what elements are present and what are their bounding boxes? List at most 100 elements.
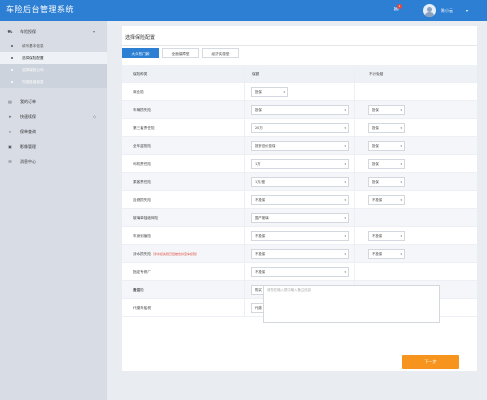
select-value: 按折旧价投保 [255,144,276,148]
insurance-name: 全车盗抢险 [133,144,151,148]
select-value: 不投保 [255,270,266,274]
insurance-name: 自燃损失险 [133,198,151,202]
select-value: 不投保 [372,252,383,256]
deductible-select[interactable]: 投保 ▾ [368,177,405,187]
amount-select[interactable]: 1万 ▾ [251,159,349,169]
tab-popular[interactable]: 大众热门款 [122,48,159,58]
table-row: 指定专修厂 不投保 ▾ [122,263,477,281]
amount-select[interactable]: 1万/座 ▾ [251,177,349,187]
chevron-down-icon: ▾ [283,90,285,94]
amount-select[interactable]: 投保 ▾ [251,87,288,97]
deductible-select[interactable]: 投保 ▾ [368,123,405,133]
bullet-icon [11,69,13,71]
bullet-icon [11,57,13,59]
select-value: 投保 [255,108,262,112]
sidebar-item-messages[interactable]: ✉ 消息中心 [0,153,107,170]
sidebar: ⛟ 车险投保 ▾ 填写基本信息 选择保险配置 选择保险公司 完成投保信息 ▤ 我… [0,21,107,400]
sidebar-subitem-insurance-config[interactable]: 选择保险配置 [0,52,107,64]
select-value: 国产玻璃 [255,216,269,220]
username[interactable]: 陈小云 [441,8,453,13]
insurance-name: 第三者责任险 [133,126,155,130]
chevron-down-icon: ▾ [400,198,402,202]
insurance-name: 车身划痕险 [133,234,151,238]
table-row: 车辆损失险 投保 ▾ 投保 ▾ [122,101,477,119]
table-row: 乘客责任险 1万/座 ▾ 投保 ▾ [122,173,477,191]
divider [122,45,477,46]
message-icon: ✉ [8,159,12,164]
table-row: 涉水损失险（涉水损失险已经被合并至车损险） 不投保 ▾ 不投保 ▾ [122,245,477,263]
tab-comprehensive[interactable]: 全面保障型 [162,48,199,58]
sidebar-subitem-label: 完成投保信息 [22,80,44,84]
car-icon: ⛟ [7,29,13,34]
amount-select[interactable]: 不投保 ▾ [251,249,349,259]
column-header: 保险种类 [133,72,148,76]
select-value: 不投保 [372,234,383,238]
column-divider [354,65,355,317]
deductible-select[interactable]: 投保 ▾ [368,105,405,115]
sidebar-item-label: 消息中心 [20,159,36,164]
sidebar-subitem-basic-info[interactable]: 填写基本信息 [0,40,107,52]
deductible-select[interactable]: 投保 ▾ [368,159,405,169]
select-value: 投保 [372,180,379,184]
note-row: 备注 请您在输入框中输入备注信息 [122,284,477,334]
sidebar-subitem-label: 选择保险公司 [22,68,44,72]
table-header: 保险种类 保额 不计免赔 [122,65,477,83]
sidebar-subitem-label: 填写基本信息 [22,44,44,48]
table-row: 玻璃单独破碎险 国产玻璃 ▾ [122,209,477,227]
app-title: 车险后台管理系统 [6,5,74,14]
sidebar-item-insure[interactable]: ⛟ 车险投保 ▾ [0,23,107,40]
select-value: 投保 [372,144,379,148]
insurance-hint: （涉水损失险已经被合并至车损险） [150,252,199,256]
bullet-icon [11,81,13,83]
notification-badge: 1 [397,4,402,9]
chevron-down-icon: ▾ [344,126,346,130]
amount-select[interactable]: 20万 ▾ [251,123,349,133]
sidebar-item-label: 车险投保 [20,29,36,34]
chevron-down-icon: ▾ [344,270,346,274]
amount-select[interactable]: 按折旧价投保 ▾ [251,141,349,151]
deductible-select[interactable]: 不投保 ▾ [368,249,405,259]
chevron-down-icon: ▾ [400,234,402,238]
chevron-down-icon: ▾ [344,198,346,202]
select-value: 不投保 [255,252,266,256]
chevron-down-icon: ▾ [344,216,346,220]
note-textarea[interactable]: 请您在输入框中输入备注信息 [263,285,440,323]
main-content: 选择保险配置 大众热门款 全面保障型 经济实惠型 保险种类 保额 不计免赔 商业… [112,21,477,400]
next-step-button[interactable]: 下一步 [402,355,459,369]
amount-select[interactable]: 不投保 ▾ [251,195,349,205]
note-label: 备注 [133,288,141,292]
chevron-down-icon: ▾ [344,234,346,238]
insurance-name: 司机责任险 [133,162,151,166]
avatar[interactable] [423,4,436,17]
amount-select[interactable]: 不投保 ▾ [251,267,349,277]
amount-select[interactable]: 投保 ▾ [251,105,349,115]
tab-economy[interactable]: 经济实惠型 [202,48,239,58]
chevron-down-icon: ▾ [93,29,96,34]
table-row: 车身划痕险 不投保 ▾ 不投保 ▾ [122,227,477,245]
table-row: 商业险 投保 ▾ [122,83,477,101]
amount-select[interactable]: 国产玻璃 ▾ [251,213,349,223]
insurance-name-text: 涉水损失险 [133,252,151,256]
amount-select[interactable]: 不投保 ▾ [251,231,349,241]
chevron-down-icon: ▾ [400,126,402,130]
bullet-icon [11,45,13,47]
chevron-down-icon: ▾ [400,108,402,112]
chevron-down-icon[interactable]: ▾ [466,8,468,13]
deductible-select[interactable]: 不投保 ▾ [368,195,405,205]
sidebar-subitem-complete[interactable]: 完成投保信息 [0,76,107,88]
deductible-select[interactable]: 不投保 ▾ [368,231,405,241]
select-value: 20万 [255,126,263,130]
insurance-name: 指定专修厂 [133,270,151,274]
deductible-select[interactable]: 投保 ▾ [368,141,405,151]
column-header: 保额 [252,72,260,76]
select-value: 不投保 [255,234,266,238]
chevron-down-icon: ▾ [400,144,402,148]
insurance-name: 玻璃单独破碎险 [133,216,159,220]
sidebar-subitem-insurer[interactable]: 选择保险公司 [0,64,107,76]
chevron-down-icon: ▾ [400,180,402,184]
insurance-name: 车辆损失险 [133,108,151,112]
table-row: 第三者责任险 20万 ▾ 投保 ▾ [122,119,477,137]
page-title: 选择保险配置 [125,35,156,41]
chevron-down-icon: ▾ [344,162,346,166]
column-divider [244,65,245,317]
